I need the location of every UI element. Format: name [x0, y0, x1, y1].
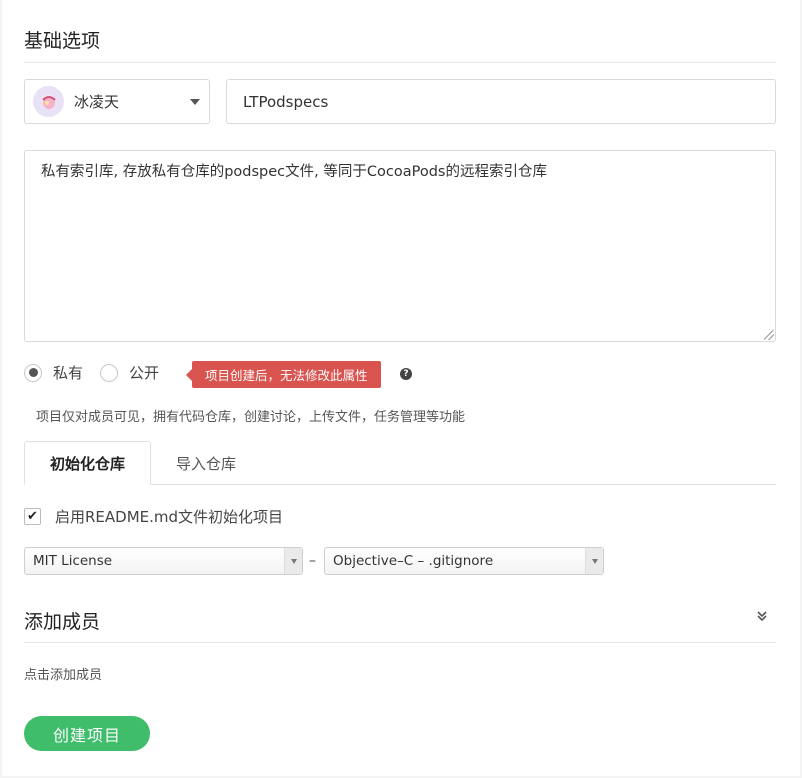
gitignore-select-value: Objective–C – .gitignore: [333, 553, 494, 569]
help-icon[interactable]: ?: [400, 368, 412, 380]
add-member-link[interactable]: 点击添加成员: [24, 664, 102, 683]
resize-handle-icon[interactable]: [764, 330, 774, 340]
add-members-title: 添加成员: [24, 611, 101, 633]
create-project-panel: 基础选项 冰凌天 私有索引库, 存放私有仓库的podspec文件, 等同于Coc…: [2, 0, 800, 776]
double-chevron-down-icon[interactable]: [755, 610, 769, 624]
readme-checkbox-label: 启用README.md文件初始化项目: [55, 508, 284, 526]
chevron-down-icon[interactable]: [585, 548, 603, 574]
create-project-button[interactable]: 创建项目: [24, 716, 150, 751]
license-select[interactable]: MIT License: [24, 547, 303, 575]
project-name-input[interactable]: [226, 79, 776, 124]
owner-name: 冰凌天: [74, 93, 120, 111]
readme-checkbox-row[interactable]: ✔ 启用README.md文件初始化项目: [24, 506, 283, 527]
radio-public[interactable]: 公开: [100, 362, 159, 383]
project-description-textarea[interactable]: 私有索引库, 存放私有仓库的podspec文件, 等同于CocoaPods的远程…: [24, 150, 776, 342]
select-separator: –: [309, 553, 316, 569]
chevron-down-icon: [190, 99, 200, 105]
radio-public-circle[interactable]: [100, 363, 118, 382]
visibility-warning-tooltip: 项目创建后，无法修改此属性: [186, 361, 381, 388]
license-select-value: MIT License: [33, 553, 113, 569]
tab-import-repo[interactable]: 导入仓库: [151, 441, 261, 485]
avatar: [33, 86, 64, 117]
readme-checkbox[interactable]: ✔: [24, 508, 41, 525]
chevron-down-icon[interactable]: [284, 548, 302, 574]
radio-private[interactable]: 私有: [24, 362, 83, 383]
divider: [24, 642, 776, 643]
radio-private-circle[interactable]: [24, 363, 42, 382]
tab-init-repo[interactable]: 初始化仓库: [24, 441, 151, 485]
avatar-icon: [41, 95, 56, 109]
basic-options-title: 基础选项: [24, 30, 101, 52]
gitignore-select[interactable]: Objective–C – .gitignore: [324, 547, 604, 575]
owner-select[interactable]: 冰凌天: [24, 79, 210, 124]
radio-public-label: 公开: [129, 364, 160, 382]
visibility-hint: 项目仅对成员可见，拥有代码仓库，创建讨论，上传文件，任务管理等功能: [36, 410, 466, 425]
divider: [24, 62, 776, 63]
radio-private-label: 私有: [53, 364, 84, 382]
